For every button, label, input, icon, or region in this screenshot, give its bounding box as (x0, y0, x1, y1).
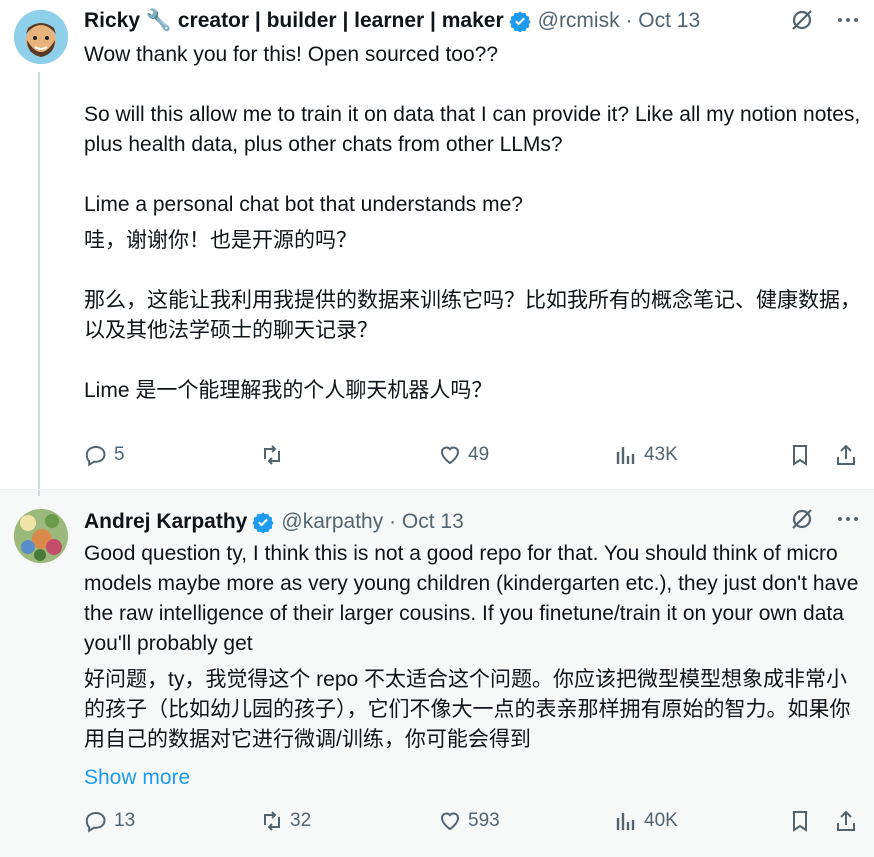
author-handle[interactable]: @rcmisk · Oct 13 (538, 9, 701, 33)
retweet-icon (264, 811, 280, 831)
heart-icon (440, 446, 460, 465)
avatar[interactable] (14, 10, 68, 64)
tweet-body: Wow thank you for this! Open sourced too… (84, 40, 864, 406)
bookmark-icon (793, 445, 807, 466)
retweet-button[interactable] (260, 443, 290, 467)
tweet-text: Good question ty, I think this is not a … (84, 542, 859, 655)
heart-icon (440, 812, 460, 831)
thread-line (38, 72, 40, 489)
tweet-rcmisk: Ricky 🔧 creator | builder | learner | ma… (0, 0, 874, 489)
bookmark-button[interactable] (788, 809, 812, 833)
tweet-top-actions (788, 6, 860, 34)
reply-button[interactable]: 5 (84, 443, 125, 467)
verified-icon (508, 11, 531, 32)
reply-icon (85, 811, 106, 833)
tweet-header: Andrej Karpathy @karpathy · Oct 13 (84, 509, 874, 535)
tweet-text: Wow thank you for this! Open sourced too… (84, 43, 861, 216)
views-button[interactable]: 40K (614, 809, 678, 833)
tweet-actions: 5 49 43K (84, 440, 860, 470)
share-icon (837, 444, 855, 465)
reply-icon (85, 445, 106, 467)
tweet-actions: 13 32 593 40K (84, 806, 860, 836)
views-icon (616, 813, 635, 830)
verified-icon (252, 512, 275, 533)
author-handle[interactable]: @karpathy · Oct 13 (281, 510, 463, 534)
show-more-link[interactable]: Show more (84, 763, 864, 793)
like-count: 593 (468, 810, 500, 831)
avatar[interactable] (14, 509, 68, 563)
views-count: 43K (644, 444, 678, 465)
grok-icon[interactable] (788, 6, 816, 34)
author-name[interactable]: Ricky 🔧 creator | builder | learner | ma… (84, 9, 531, 33)
thread-line (38, 490, 40, 496)
grok-icon[interactable] (788, 505, 816, 533)
bookmark-icon (793, 811, 807, 832)
tweet-body: Good question ty, I think this is not a … (84, 539, 864, 793)
tweet-karpathy: Andrej Karpathy @karpathy · Oct 13 Good … (0, 489, 874, 857)
tweet-top-actions (788, 505, 860, 533)
share-button[interactable] (834, 443, 858, 467)
reply-count: 13 (114, 810, 136, 831)
bookmark-button[interactable] (788, 443, 812, 467)
retweet-icon (264, 445, 280, 465)
reply-count: 5 (114, 444, 125, 465)
like-count: 49 (468, 444, 490, 465)
share-button[interactable] (834, 809, 858, 833)
views-button[interactable]: 43K (614, 443, 678, 467)
tweet-header: Ricky 🔧 creator | builder | learner | ma… (84, 8, 874, 34)
retweet-button[interactable]: 32 (260, 809, 311, 833)
like-button[interactable]: 49 (438, 443, 489, 467)
views-count: 40K (644, 810, 678, 831)
more-icon[interactable] (836, 8, 860, 32)
reply-button[interactable]: 13 (84, 809, 135, 833)
like-button[interactable]: 593 (438, 809, 500, 833)
more-icon[interactable] (836, 507, 860, 531)
tweet-translation: 好问题，ty，我觉得这个 repo 不太适合这个问题。你应该把微型模型想象成非常… (84, 668, 851, 751)
tweet-translation: 哇，谢谢你！也是开源的吗？ 那么，这能让我利用我提供的数据来训练它吗？比如我所有… (84, 229, 861, 402)
views-icon (616, 447, 635, 464)
author-name[interactable]: Andrej Karpathy (84, 510, 275, 534)
share-icon (837, 810, 855, 831)
retweet-count: 32 (290, 810, 312, 831)
